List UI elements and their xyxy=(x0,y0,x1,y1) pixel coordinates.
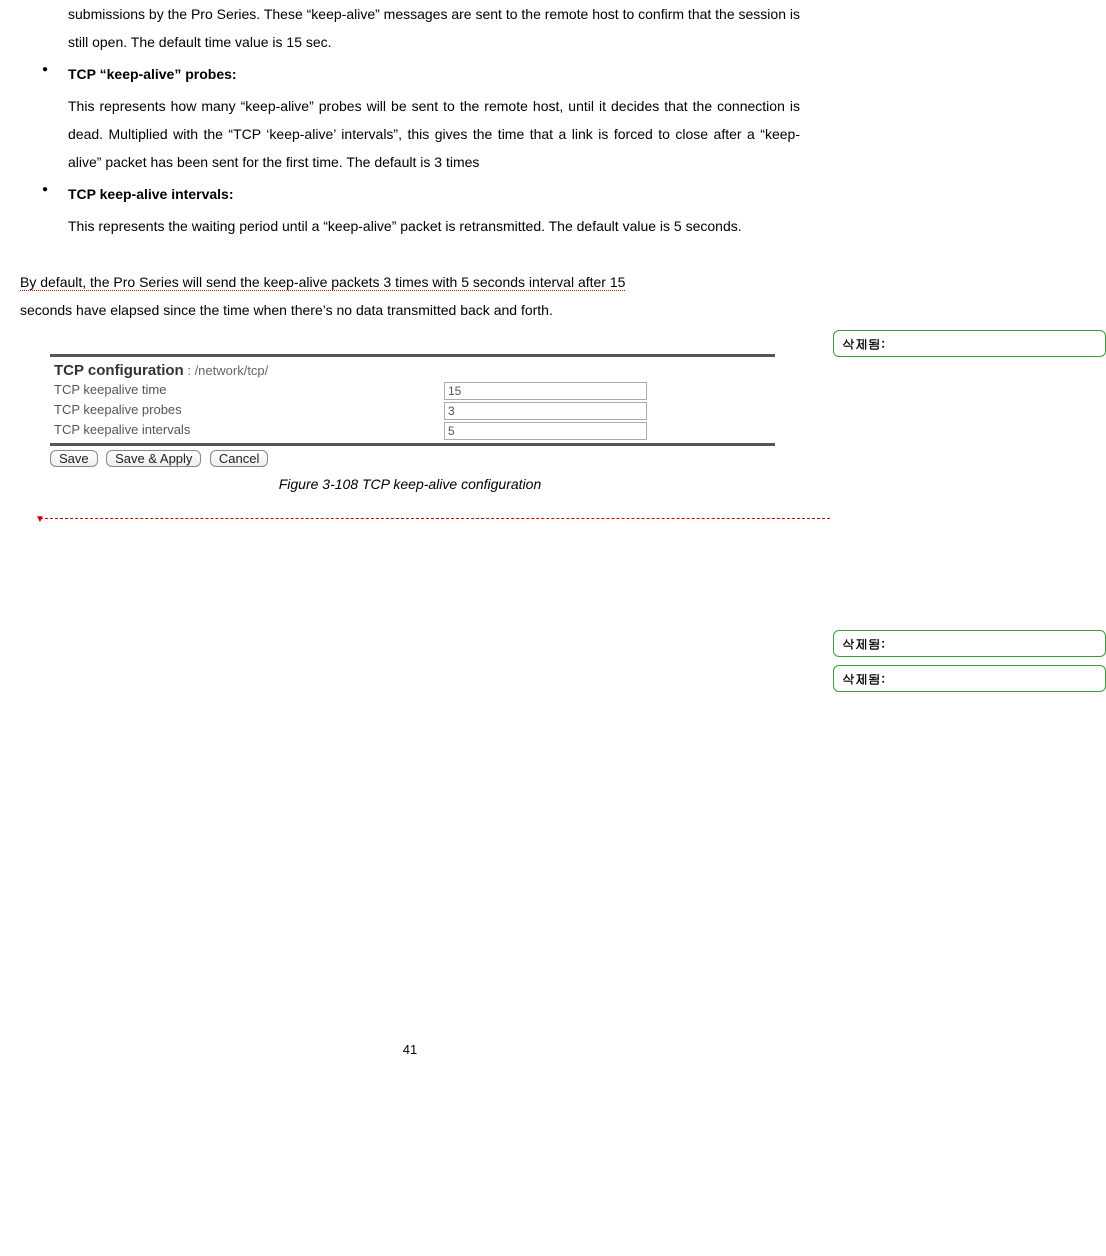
comment-bubble-1: 삭제됨: xyxy=(833,330,1106,357)
bullet1-title: TCP “keep-alive” probes: xyxy=(68,60,800,88)
bullet2-title: TCP keep-alive intervals: xyxy=(68,180,800,208)
comment2-label: 삭제됨: xyxy=(842,634,885,653)
figure-path: : /network/tcp/ xyxy=(184,363,269,378)
row2-label: TCP keepalive intervals xyxy=(54,422,444,440)
cancel-button[interactable]: Cancel xyxy=(210,450,268,467)
intro-paragraph: submissions by the Pro Series. These “ke… xyxy=(68,0,800,56)
comment-bubble-3: 삭제됨: xyxy=(833,665,1106,692)
comment1-label: 삭제됨: xyxy=(842,334,885,353)
figure-tcp-config: TCP configuration : /network/tcp/ TCP ke… xyxy=(50,354,800,446)
row1-label: TCP keepalive probes xyxy=(54,402,444,420)
summary-paragraph: By default, the Pro Series will send the… xyxy=(20,268,800,324)
track-arrow-icon: ▼ xyxy=(35,514,45,525)
page-number: 41 xyxy=(20,1042,800,1057)
summary-line2: seconds have elapsed since the time when… xyxy=(20,302,553,318)
row1-input[interactable] xyxy=(444,402,647,420)
comment-bubble-2: 삭제됨: xyxy=(833,630,1106,657)
summary-line1: By default, the Pro Series will send the… xyxy=(20,274,625,291)
track-dashed-line xyxy=(40,518,830,519)
comment3-label: 삭제됨: xyxy=(842,669,885,688)
figure-heading: TCP configuration xyxy=(54,362,184,379)
save-apply-button[interactable]: Save & Apply xyxy=(106,450,201,467)
figure-caption: Figure 3-108 TCP keep-alive configuratio… xyxy=(20,476,800,492)
tracked-change-marker: ▼ xyxy=(20,520,800,522)
row2-input[interactable] xyxy=(444,422,647,440)
bullet1-body: This represents how many “keep-alive” pr… xyxy=(68,92,800,176)
bullet2-body: This represents the waiting period until… xyxy=(68,212,800,240)
row0-label: TCP keepalive time xyxy=(54,382,444,400)
save-button[interactable]: Save xyxy=(50,450,98,467)
row0-input[interactable] xyxy=(444,382,647,400)
